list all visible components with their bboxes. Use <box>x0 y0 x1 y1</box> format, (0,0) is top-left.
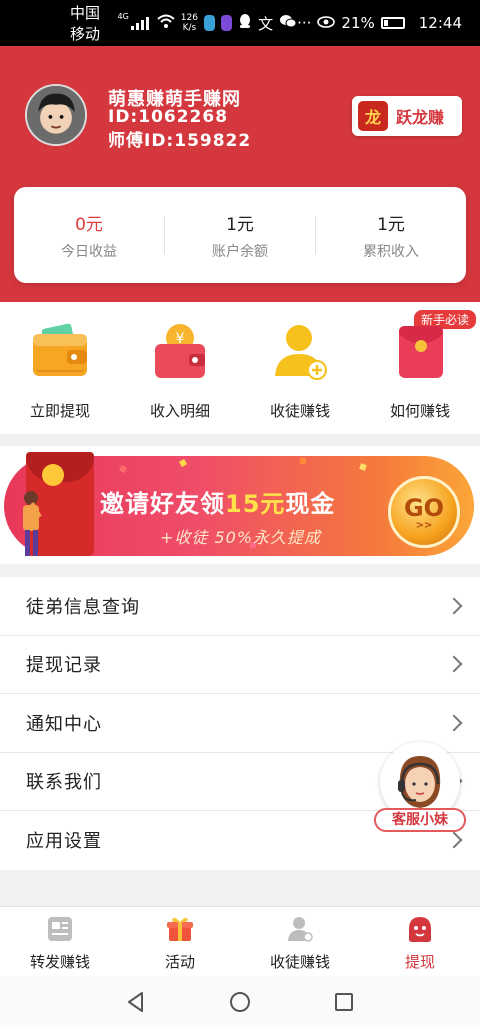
quick-actions: 立即提现 ¥ 收入明细 收徒赚钱 新手必读 如何赚钱 <box>0 302 480 434</box>
stat-value: 0元 <box>75 214 103 235</box>
tab-label: 提现 <box>404 953 435 971</box>
menu-item-label: 应用设置 <box>26 831 102 853</box>
menu-withdraw-records[interactable]: 提现记录 <box>0 636 480 694</box>
action-label: 收徒赚钱 <box>269 402 330 420</box>
qq-icon <box>238 13 252 33</box>
menu-item-label: 联系我们 <box>26 772 102 794</box>
carrier-label: 中国移动 <box>70 4 101 43</box>
banner-title: 邀请好友领15元现金 <box>100 490 336 518</box>
network-type: 4G <box>117 12 129 21</box>
person-icon <box>23 491 42 556</box>
clock: 12:44 <box>418 14 462 32</box>
user-id: ID:1062268 <box>108 107 229 127</box>
bottom-tab-bar: 转发赚钱 活动 收徒赚钱 提现 <box>0 906 480 976</box>
back-icon[interactable] <box>124 990 148 1014</box>
more-icon: ··· <box>297 14 312 32</box>
customer-service-button[interactable]: 客服小妹 <box>374 742 466 834</box>
menu-item-label: 提现记录 <box>26 655 102 677</box>
tab-label: 收徒赚钱 <box>269 953 330 971</box>
chevron-right-icon <box>445 655 463 673</box>
battery-icon <box>380 17 405 29</box>
tab-activity[interactable]: 活动 <box>120 907 240 976</box>
stat-label: 账户余额 <box>212 243 268 260</box>
chevron-right-icon <box>445 831 463 849</box>
dragon-logo-icon: 龙 <box>358 101 388 131</box>
stat-balance[interactable]: 1元 账户余额 <box>165 210 315 261</box>
coin-icon <box>42 464 64 486</box>
recents-icon[interactable] <box>332 990 356 1014</box>
status-bar: 中国移动 4G 126 K/s 文 ··· 21% 12:44 <box>0 0 480 46</box>
menu-apprentice-info[interactable]: 徒弟信息查询 <box>0 577 480 636</box>
action-label: 如何赚钱 <box>389 402 450 420</box>
app-notification-icon <box>203 15 216 31</box>
chevron-right-icon <box>445 597 463 615</box>
user-icon <box>288 917 313 942</box>
tab-label: 活动 <box>164 953 195 971</box>
red-envelope-icon <box>389 320 451 382</box>
wallet-icon <box>29 320 91 382</box>
action-withdraw[interactable]: 立即提现 <box>0 302 120 434</box>
gift-icon <box>167 917 193 941</box>
video-app-icon <box>221 15 233 31</box>
action-how-to-earn[interactable]: 新手必读 如何赚钱 <box>360 302 480 434</box>
customer-service-label: 客服小妹 <box>374 808 466 832</box>
menu-item-label: 通知中心 <box>26 713 102 735</box>
brand-button-label: 跃龙赚 <box>396 108 445 127</box>
action-label: 收入明细 <box>149 402 210 420</box>
coin-purse-icon: ¥ <box>149 320 211 382</box>
wifi-icon <box>157 14 175 32</box>
eye-icon <box>317 14 336 32</box>
stat-today[interactable]: 0元 今日收益 <box>14 210 164 261</box>
translate-icon: 文 <box>258 14 274 33</box>
confetti <box>300 458 306 464</box>
earnings-card: 0元 今日收益 1元 账户余额 1元 累积收入 <box>14 187 466 283</box>
add-user-icon <box>269 320 331 382</box>
battery-percent: 21% <box>341 14 375 32</box>
stat-value: 1元 <box>226 214 254 235</box>
stat-label: 累积收入 <box>363 243 419 260</box>
brand-button[interactable]: 龙 跃龙赚 <box>352 96 462 136</box>
tab-share-earn[interactable]: 转发赚钱 <box>0 907 120 976</box>
stat-total[interactable]: 1元 累积收入 <box>316 210 466 261</box>
action-recruit[interactable]: 收徒赚钱 <box>240 302 360 434</box>
master-id: 师傅ID:159822 <box>108 131 252 151</box>
stat-label: 今日收益 <box>61 243 117 260</box>
go-button[interactable]: GO >> <box>388 476 460 548</box>
withdraw-icon <box>409 917 431 942</box>
banner-subtitle: +收徒 50%永久提成 <box>160 528 322 547</box>
system-nav-bar <box>0 976 480 1027</box>
home-icon[interactable] <box>228 990 252 1014</box>
stat-value: 1元 <box>377 214 405 235</box>
net-speed: 126 K/s <box>180 13 198 33</box>
chevron-right-icon <box>445 714 463 732</box>
tab-withdraw[interactable]: 提现 <box>360 907 480 976</box>
invite-banner[interactable]: 邀请好友领15元现金 +收徒 50%永久提成 GO >> <box>0 446 480 564</box>
tab-label: 转发赚钱 <box>29 953 90 971</box>
action-label: 立即提现 <box>29 402 90 420</box>
avatar[interactable] <box>25 84 87 146</box>
tab-recruit[interactable]: 收徒赚钱 <box>240 907 360 976</box>
share-doc-icon <box>48 917 72 941</box>
menu-item-label: 徒弟信息查询 <box>26 596 140 618</box>
action-income-detail[interactable]: ¥ 收入明细 <box>120 302 240 434</box>
wechat-icon <box>279 14 297 32</box>
signal-icon <box>130 16 149 30</box>
